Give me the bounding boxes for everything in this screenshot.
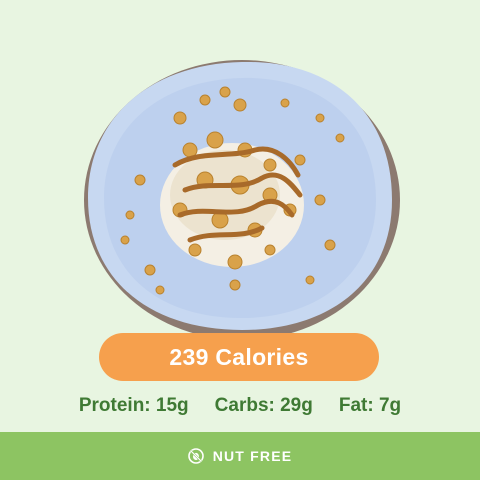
calories-badge: 239 Calories bbox=[99, 333, 379, 381]
food-photo bbox=[0, 0, 480, 335]
macros-row: Protein: 15g Carbs: 29g Fat: 7g bbox=[0, 395, 480, 425]
diet-tag-label: NUT FREE bbox=[212, 448, 293, 464]
nut-free-icon bbox=[187, 448, 204, 464]
protein-value: Protein: 15g bbox=[78, 395, 189, 416]
carbs-value: Carbs: 29g bbox=[214, 395, 313, 416]
diet-tag-bar: NUT FREE bbox=[0, 432, 480, 480]
calories-label: 239 Calories bbox=[169, 343, 309, 370]
fat-value: Fat: 7g bbox=[338, 395, 402, 416]
plated-dish-illustration bbox=[84, 60, 400, 335]
